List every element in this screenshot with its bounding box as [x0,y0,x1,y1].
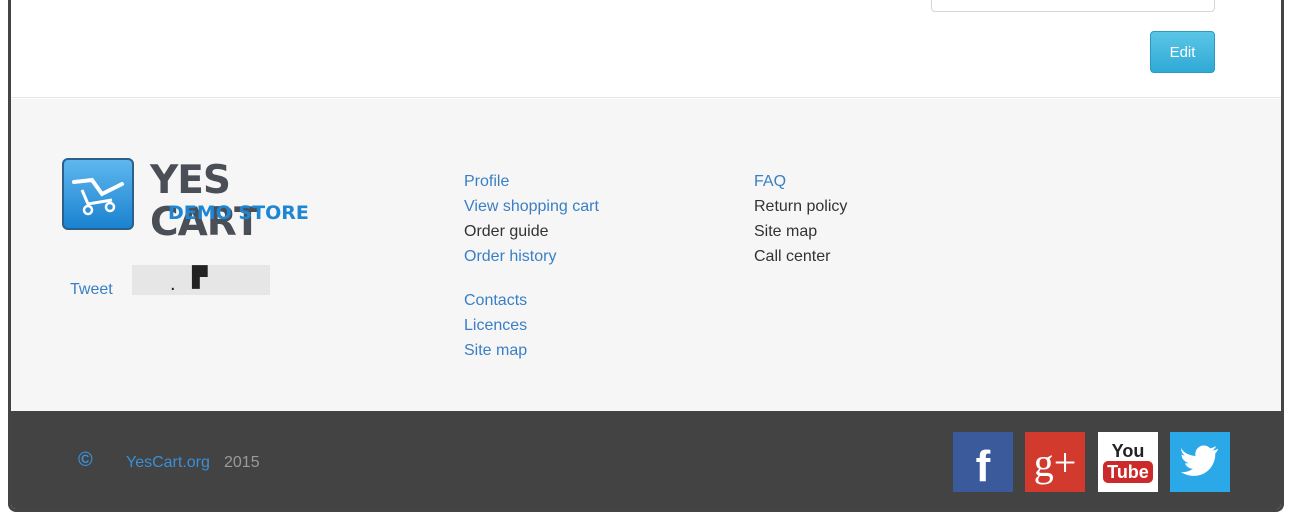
footer-text-order-guide: Order guide [464,223,549,240]
google-plus-icon[interactable]: g+ [1025,432,1085,492]
footer-link-site-map[interactable]: Site map [464,338,527,363]
footer-link-order-history[interactable]: Order history [464,244,599,269]
site-link[interactable]: YesCart.org [126,454,210,472]
footer-bottom-bar: © YesCart.org 2015 f g+ You Tube [11,411,1281,509]
edit-button[interactable]: Edit [1150,31,1215,73]
footer-text-return-policy: Return policy [754,198,848,215]
copyright-year: 2015 [224,454,260,471]
footer-link-view-shopping-cart[interactable]: View shopping cart [464,194,599,219]
browser-window: Edit YES CART DEMO STORE Tweet . ▛ Profi… [8,0,1284,512]
footer-text-call-center: Call center [754,248,831,265]
footer-link-licences[interactable]: Licences [464,313,527,338]
twitter-icon[interactable] [1170,432,1230,492]
logo-subtitle: DEMO STORE [168,202,309,224]
youtube-icon[interactable]: You Tube [1098,432,1158,492]
store-logo[interactable]: YES CART DEMO STORE [62,158,322,244]
dino-icon: ▛ [192,267,208,289]
facebook-glyph: f [975,442,991,491]
text-input[interactable] [931,0,1215,12]
footer-text-site-map: Site map [754,223,818,240]
copyright-icon: © [78,449,93,471]
shopping-cart-icon [62,158,134,230]
footer-link-faq[interactable]: FAQ [754,169,847,194]
footer-links-column-2: Contacts Licences Site map [464,288,527,363]
facebook-icon[interactable]: f [953,432,1013,492]
dot-icon: . [170,273,176,295]
like-widget[interactable]: . ▛ [132,265,270,295]
youtube-tube: Tube [1103,461,1153,483]
footer-links-column-3: FAQ Return policy Site map Call center [754,169,847,269]
youtube-you: You [1111,441,1145,461]
tweet-link[interactable]: Tweet [70,281,113,299]
footer: YES CART DEMO STORE Tweet . ▛ Profile Vi… [11,99,1281,411]
bird-icon [1181,445,1219,476]
footer-links-column-1: Profile View shopping cart Order guide O… [464,169,599,269]
google-plus-glyph: g+ [1033,439,1077,485]
page-content-area: Edit [11,0,1281,98]
footer-link-contacts[interactable]: Contacts [464,288,527,313]
footer-link-profile[interactable]: Profile [464,169,599,194]
